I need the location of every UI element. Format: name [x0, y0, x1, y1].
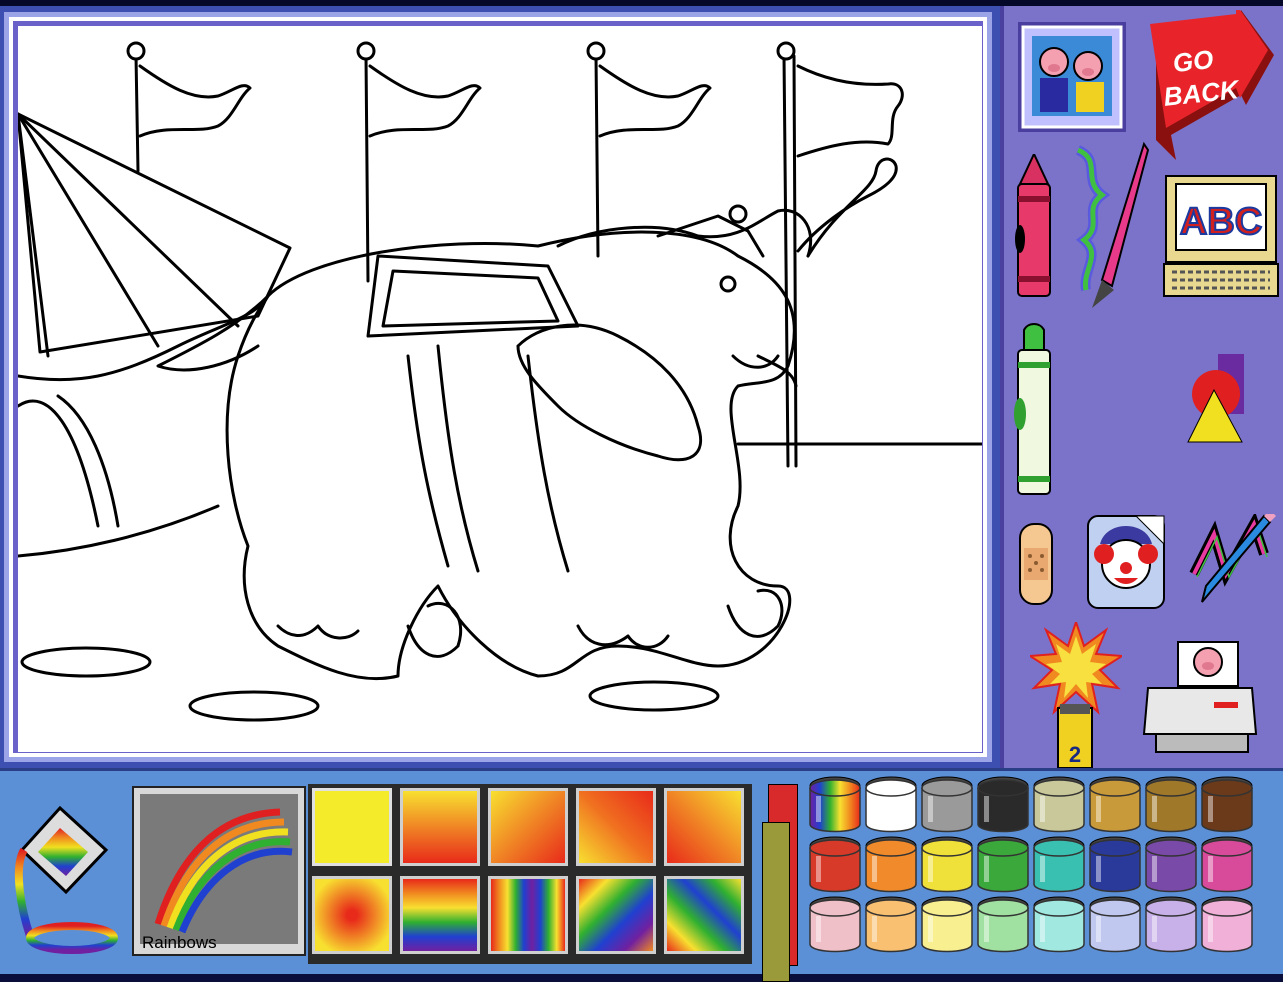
paint-jar[interactable] [1198, 774, 1256, 836]
go-back-label-1: GO [1171, 44, 1214, 78]
paint-jar[interactable] [1086, 774, 1144, 836]
paint-jar[interactable] [1142, 894, 1200, 956]
paint-jar[interactable] [1030, 834, 1088, 896]
paint-jar[interactable] [1030, 774, 1088, 836]
paint-jar[interactable] [1030, 894, 1088, 956]
abc-label: ABC [1180, 201, 1262, 243]
swatch-rainbow-diagonal[interactable] [576, 876, 656, 954]
swatch-solid-yellow[interactable] [312, 788, 392, 866]
circus-tent [18, 112, 292, 558]
swatch-rainbow-horizontal[interactable] [400, 876, 480, 954]
brush-preview: Rainbows [132, 786, 306, 956]
swatch-radial-red-yellow[interactable] [312, 876, 392, 954]
bandage-undo-tool[interactable] [1016, 522, 1056, 606]
paint-jar[interactable] [918, 894, 976, 956]
pencil-line-tool[interactable] [1184, 514, 1280, 606]
swatch-yellow-orange-diagonal[interactable] [576, 788, 656, 866]
paint-jar[interactable] [1086, 834, 1144, 896]
secondary-color-bar [762, 822, 790, 982]
elephant-line-art [18, 41, 982, 722]
swatch-orange-red-diagonal[interactable] [488, 788, 568, 866]
paint-jar[interactable] [806, 774, 864, 836]
paint-jar[interactable] [862, 894, 920, 956]
stamp-number-label: 2 [1069, 742, 1081, 767]
print-button[interactable] [1142, 638, 1262, 754]
paint-jar[interactable] [862, 774, 920, 836]
paint-bucket-tool[interactable] [10, 806, 120, 956]
picture-gallery-button[interactable] [1018, 22, 1126, 132]
swatch-rainbow-chevron[interactable] [664, 876, 744, 954]
paint-jar[interactable] [806, 834, 864, 896]
flag-poles [126, 41, 904, 468]
swatch-red-orange-diagonal[interactable] [664, 788, 744, 866]
tools-panel: GO BACK ABC 2 [1000, 6, 1283, 770]
paintbrush-tool[interactable] [1062, 140, 1150, 316]
gradient-swatch-grid [308, 784, 752, 964]
go-back-button[interactable]: GO BACK [1146, 10, 1276, 172]
paint-jar[interactable] [1198, 894, 1256, 956]
swatch-rainbow-vertical[interactable] [488, 876, 568, 954]
paint-jar[interactable] [1198, 834, 1256, 896]
paint-jar[interactable] [862, 834, 920, 896]
paint-jar[interactable] [806, 894, 864, 956]
palette-bar: Rainbows [0, 768, 1283, 982]
paint-jar[interactable] [974, 894, 1032, 956]
paint-jar[interactable] [918, 774, 976, 836]
shapes-tool[interactable] [1186, 354, 1248, 444]
paint-jar[interactable] [1142, 834, 1200, 896]
paint-jar[interactable] [1086, 894, 1144, 956]
marker-tool[interactable] [1014, 322, 1054, 498]
brush-name-label: Rainbows [142, 933, 217, 952]
paint-jar[interactable] [974, 834, 1032, 896]
erase-all-dynamite-tool[interactable]: 2 [1030, 622, 1122, 770]
text-tool-computer[interactable]: ABC [1162, 174, 1280, 298]
paint-jar[interactable] [974, 774, 1032, 836]
stamp-sticker-tool[interactable] [1086, 514, 1166, 610]
swatch-orange-red-vertical[interactable] [400, 788, 480, 866]
coloring-canvas[interactable] [18, 26, 982, 752]
paint-jar[interactable] [1142, 774, 1200, 836]
crayon-tool[interactable] [1014, 154, 1054, 299]
paint-jar[interactable] [918, 834, 976, 896]
